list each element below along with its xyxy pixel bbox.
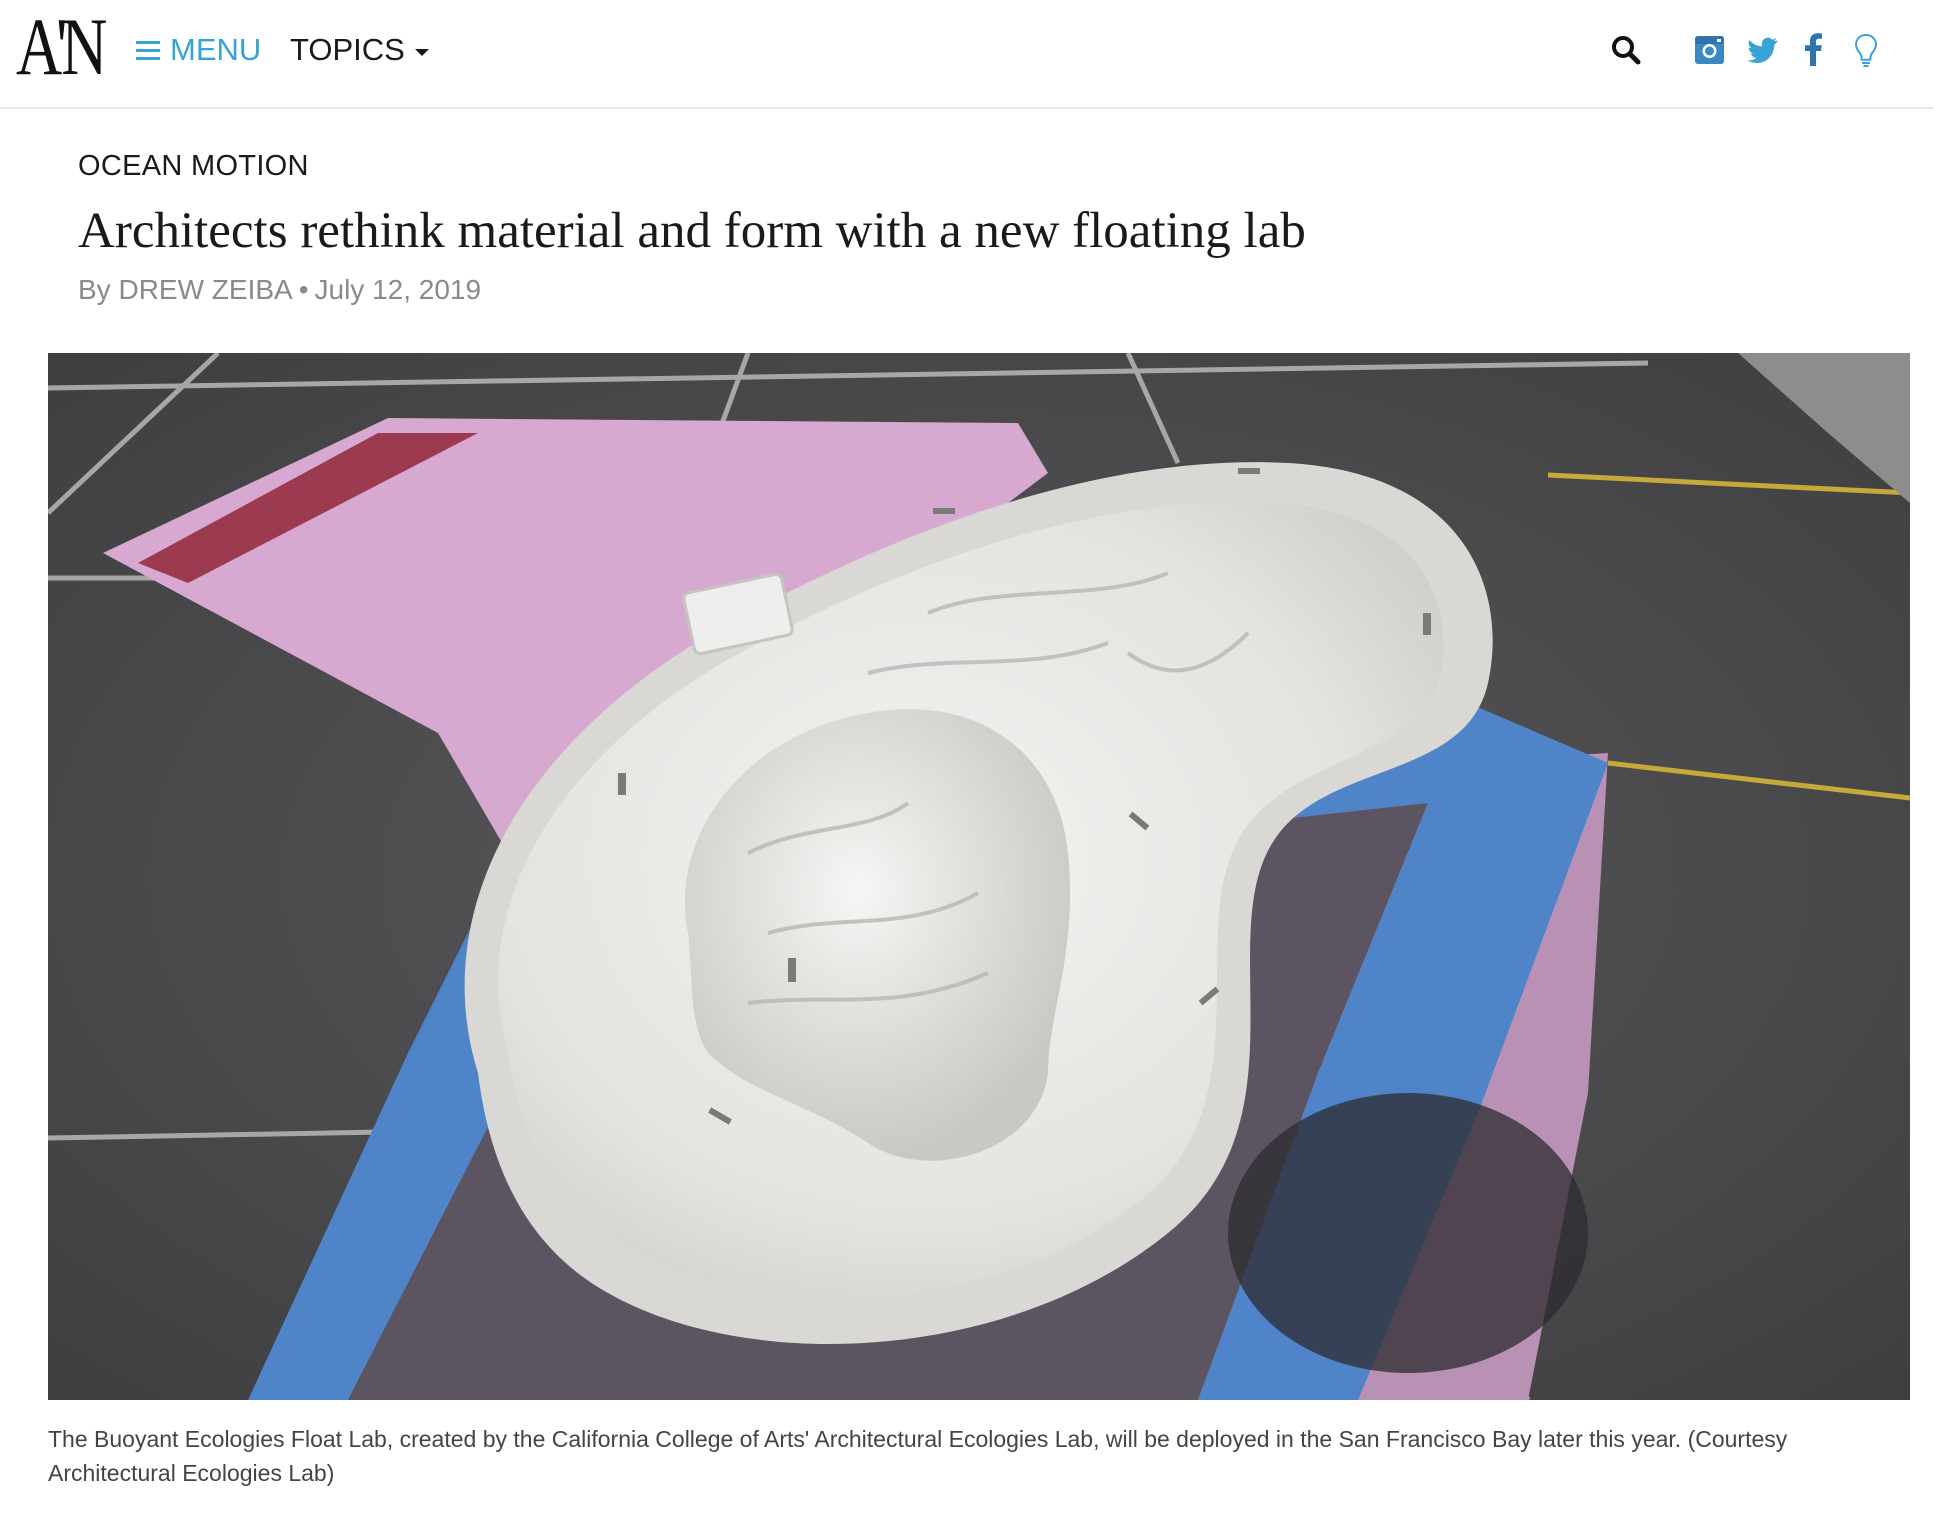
byline-separator: • [298, 274, 309, 305]
site-logo[interactable]: A'N [16, 6, 107, 88]
topics-dropdown[interactable]: TOPICS [290, 30, 429, 70]
byline-prefix: By [78, 274, 111, 305]
lightbulb-icon[interactable] [1848, 32, 1884, 68]
author-link[interactable]: DREW ZEIBA [118, 274, 292, 305]
caret-down-icon [414, 48, 429, 56]
instagram-icon[interactable] [1692, 32, 1728, 68]
hero-photo-illustration [48, 353, 1910, 1400]
menu-label: MENU [170, 32, 262, 67]
hamburger-icon [136, 40, 160, 60]
image-caption: The Buoyant Ecologies Float Lab, created… [48, 1426, 1788, 1486]
twitter-icon[interactable] [1744, 32, 1780, 68]
topics-label: TOPICS [290, 32, 405, 67]
article-title: Architects rethink material and form wit… [78, 203, 1306, 259]
search-icon[interactable] [1608, 32, 1644, 68]
article-kicker[interactable]: OCEAN MOTION [78, 150, 309, 183]
site-header: A'N MENU TOPICS [0, 0, 1933, 109]
facebook-icon[interactable] [1796, 32, 1832, 68]
menu-button[interactable]: MENU [136, 30, 261, 70]
article-byline: By DREW ZEIBA • July 12, 2019 [78, 274, 481, 306]
publish-date: July 12, 2019 [314, 274, 482, 305]
hero-image [48, 353, 1910, 1400]
